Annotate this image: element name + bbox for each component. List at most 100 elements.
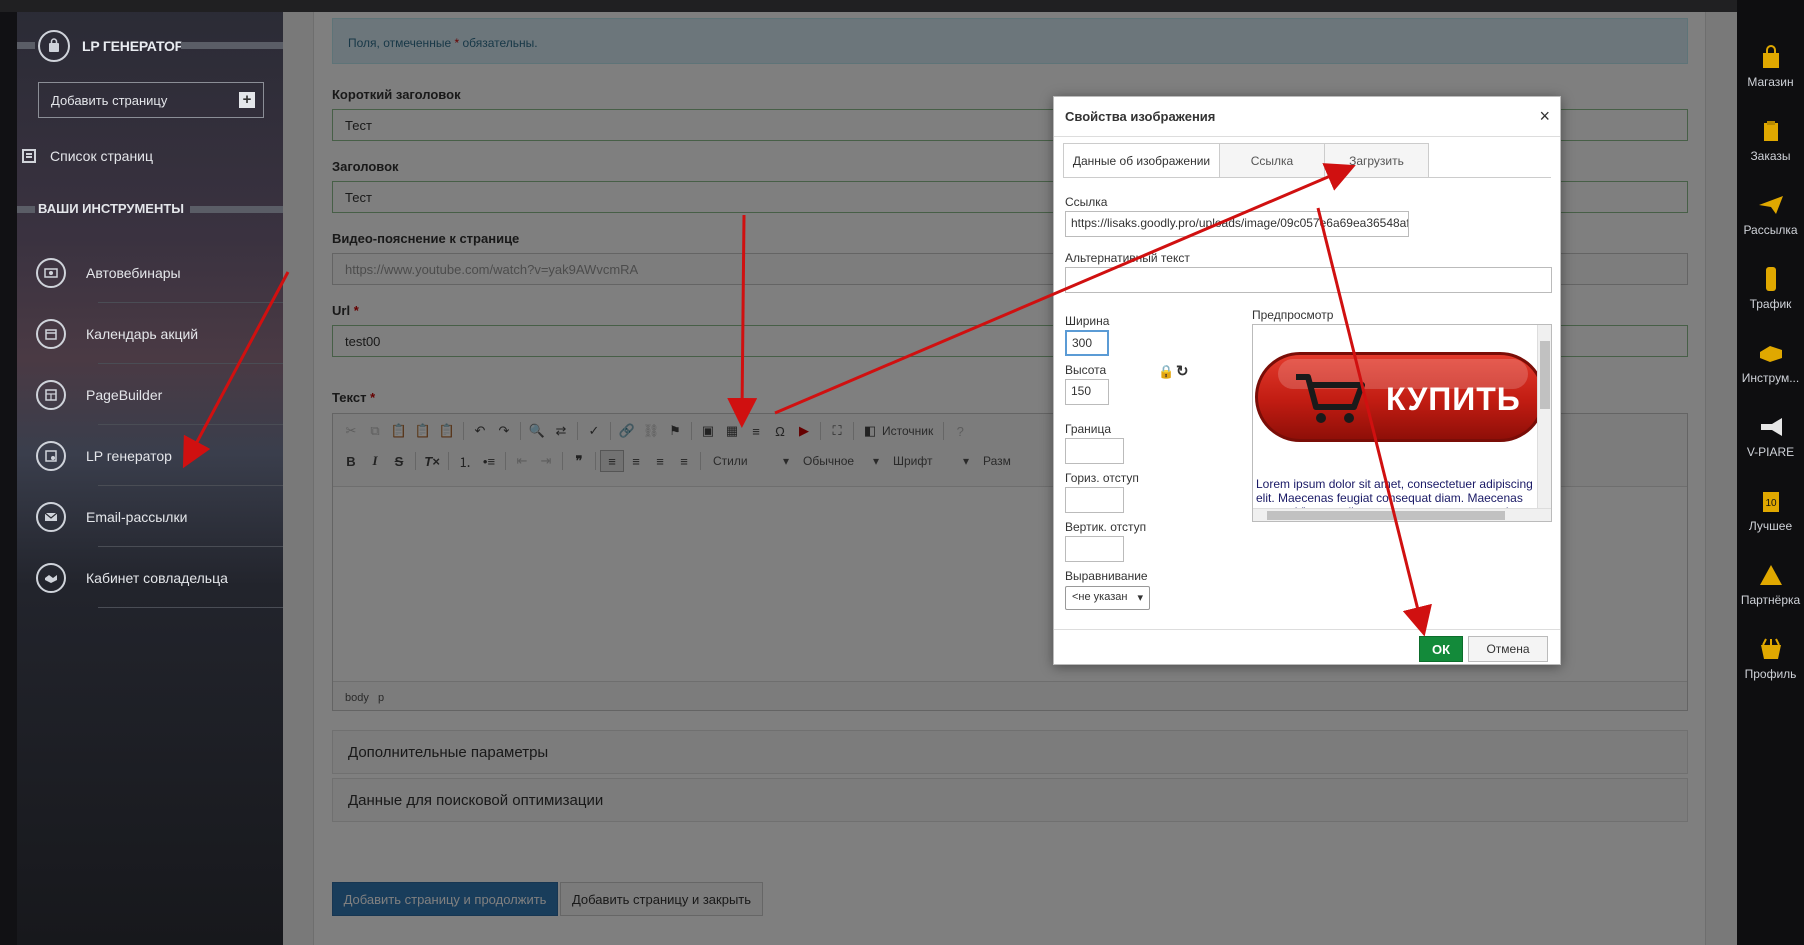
plus-icon: +: [239, 92, 255, 108]
sidebar-edge: [0, 0, 17, 945]
scroll-thumb[interactable]: [1267, 511, 1505, 520]
lp-generator-logo-icon: [38, 30, 70, 62]
rightbar-label: Лучшее: [1748, 519, 1793, 533]
align-label: Выравнивание: [1065, 569, 1148, 583]
reset-size-icon[interactable]: ↻: [1176, 362, 1189, 380]
ok-button[interactable]: ОК: [1419, 636, 1463, 662]
sidebar-header: LP ГЕНЕРАТОР: [38, 30, 184, 62]
partner-icon: [1758, 562, 1784, 588]
calendar-icon: [36, 318, 66, 349]
handshake-icon: [36, 562, 66, 593]
add-page-label: Добавить страницу: [51, 92, 168, 108]
border-label: Граница: [1065, 422, 1112, 436]
preview-buy-image: КУПИТЬ: [1255, 352, 1545, 442]
alt-text-input[interactable]: [1065, 267, 1552, 293]
divider: [98, 607, 283, 608]
rightbar-item-tools[interactable]: Инструм...: [1737, 340, 1804, 385]
divider: [1054, 629, 1560, 630]
cart-icon: [1296, 374, 1365, 423]
divider: [17, 42, 35, 49]
rightbar-label: Профиль: [1744, 667, 1797, 681]
height-label: Высота: [1065, 363, 1107, 377]
width-label: Ширина: [1065, 314, 1110, 328]
tab-image-info[interactable]: Данные об изображении: [1063, 143, 1220, 178]
rightbar-item-best[interactable]: 10 Лучшее: [1737, 488, 1804, 533]
best-icon: 10: [1758, 488, 1784, 514]
sidebar-item-webinars[interactable]: Автовебинары: [36, 242, 283, 303]
dialog-title[interactable]: Свойства изображения: [1054, 97, 1560, 137]
align-value: <не указан: [1072, 591, 1128, 603]
cancel-button[interactable]: Отмена: [1468, 636, 1548, 662]
height-input[interactable]: 150: [1065, 379, 1109, 405]
right-sidebar: Магазин Заказы Рассылка Трафик Инструм..…: [1737, 0, 1804, 945]
left-sidebar: LP ГЕНЕРАТОР Добавить страницу + Список …: [0, 0, 283, 945]
tab-upload[interactable]: Загрузить: [1324, 143, 1429, 178]
sidebar-item-label: Кабинет совладельца: [86, 569, 228, 586]
divider: [1063, 177, 1551, 178]
tools-section-title: ВАШИ ИНСТРУМЕНТЫ: [38, 201, 185, 216]
rightbar-label: Рассылка: [1743, 223, 1798, 237]
shop-icon: [1758, 44, 1784, 70]
divider: [181, 42, 283, 49]
rightbar-item-orders[interactable]: Заказы: [1737, 118, 1804, 163]
svg-text:10: 10: [1765, 498, 1777, 509]
preview-label: Предпросмотр: [1252, 308, 1334, 322]
tab-link[interactable]: Ссылка: [1219, 143, 1325, 178]
divider: [17, 206, 35, 213]
image-properties-dialog: Свойства изображения × Данные об изображ…: [1053, 96, 1561, 665]
rightbar-item-traffic[interactable]: Трафик: [1737, 266, 1804, 311]
mailing-icon: [1758, 192, 1784, 218]
hspace-label: Гориз. отступ: [1065, 471, 1139, 485]
hspace-input[interactable]: [1065, 487, 1124, 513]
scroll-thumb[interactable]: [1540, 341, 1550, 409]
preview-horizontal-scrollbar[interactable]: [1253, 508, 1551, 521]
profile-icon: [1758, 636, 1784, 662]
sidebar-item-lp-generator[interactable]: LP генератор: [36, 425, 283, 486]
traffic-icon: [1758, 266, 1784, 292]
rightbar-label: Трафик: [1749, 297, 1792, 311]
sidebar-item-pagebuilder[interactable]: PageBuilder: [36, 364, 283, 425]
image-preview: КУПИТЬ Lorem ipsum dolor sit amet, conse…: [1252, 324, 1552, 522]
rightbar-label: V-PIARE: [1746, 445, 1795, 459]
sidebar-title: LP ГЕНЕРАТОР: [82, 38, 184, 54]
list-pages-link[interactable]: Список страниц: [22, 148, 153, 164]
lp-generator-icon: [36, 440, 66, 471]
list-icon: [22, 149, 36, 163]
list-pages-label: Список страниц: [50, 148, 154, 164]
sidebar-item-calendar[interactable]: Календарь акций: [36, 303, 283, 364]
webinar-icon: [36, 257, 66, 288]
preview-vertical-scrollbar[interactable]: [1537, 325, 1551, 511]
rightbar-label: Магазин: [1747, 75, 1794, 89]
align-select[interactable]: <не указан ▾: [1065, 586, 1150, 610]
dialog-tabs: Данные об изображении Ссылка Загрузить: [1063, 143, 1429, 178]
megaphone-icon: [1758, 414, 1784, 440]
add-page-button[interactable]: Добавить страницу +: [38, 82, 264, 118]
vspace-label: Вертик. отступ: [1065, 520, 1147, 534]
divider: [190, 206, 283, 213]
rightbar-item-vpiare[interactable]: V-PIARE: [1737, 414, 1804, 459]
sidebar-item-label: LP генератор: [86, 447, 172, 464]
tools-icon: [1758, 340, 1784, 366]
vspace-input[interactable]: [1065, 536, 1124, 562]
close-icon[interactable]: ×: [1539, 106, 1550, 127]
border-input[interactable]: [1065, 438, 1124, 464]
sidebar-item-label: Email-рассылки: [86, 508, 188, 525]
rightbar-item-mailing[interactable]: Рассылка: [1737, 192, 1804, 237]
lock-ratio-icon[interactable]: 🔒: [1158, 364, 1174, 380]
rightbar-label: Инструм...: [1741, 371, 1800, 385]
pagebuilder-icon: [36, 379, 66, 410]
rightbar-item-shop[interactable]: Магазин: [1737, 44, 1804, 89]
preview-buy-text: КУПИТЬ: [1386, 381, 1521, 417]
url-field-label: Ссылка: [1065, 195, 1108, 209]
orders-icon: [1758, 118, 1784, 144]
sidebar-item-coowner[interactable]: Кабинет совладельца: [36, 547, 283, 608]
width-input[interactable]: 300: [1065, 330, 1109, 356]
sidebar-item-email[interactable]: Email-рассылки: [36, 486, 283, 547]
alt-text-label: Альтернативный текст: [1065, 251, 1190, 265]
rightbar-item-profile[interactable]: Профиль: [1737, 636, 1804, 681]
image-url-input[interactable]: https://lisaks.goodly.pro/uploads/image/…: [1065, 211, 1409, 237]
sidebar-item-label: Автовебинары: [86, 264, 181, 281]
email-icon: [36, 501, 66, 532]
top-frame: [0, 0, 1804, 12]
rightbar-item-partner[interactable]: Партнёрка: [1737, 562, 1804, 607]
